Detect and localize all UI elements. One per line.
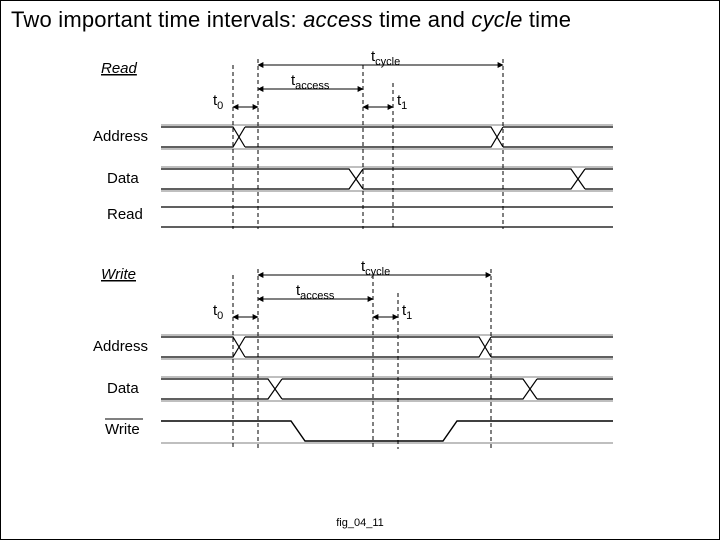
label-tcycle-write: tcycle — [361, 258, 390, 278]
waveform-data-read — [161, 167, 613, 191]
waveform-write-bar — [161, 421, 613, 443]
label-t1-read: t1 — [397, 92, 407, 112]
signal-label-read-strobe: Read — [107, 206, 143, 223]
label-taccess-read: taccess — [291, 72, 330, 92]
waveform-read-strobe — [161, 207, 613, 227]
signal-label-data-read: Data — [107, 170, 139, 187]
title-em-cycle: cycle — [471, 7, 522, 32]
label-t0-read: t0 — [213, 92, 223, 112]
svg-text:Write: Write — [105, 421, 140, 438]
title-suffix: time — [523, 7, 572, 32]
waveform-data-write — [161, 377, 613, 401]
signal-label-address-read: Address — [93, 128, 148, 145]
page-title: Two important time intervals: access tim… — [11, 7, 709, 33]
section-label-read: Read — [101, 60, 138, 77]
title-em-access: access — [303, 7, 373, 32]
signal-label-address-write: Address — [93, 338, 148, 355]
label-taccess-write: taccess — [296, 282, 335, 302]
label-tcycle-read: tcycle — [371, 49, 400, 68]
timing-diagram: Read tcycle taccess — [93, 49, 629, 503]
figure-caption: fig_04_11 — [1, 517, 719, 529]
waveform-address-read — [161, 125, 613, 149]
label-t0-write: t0 — [213, 302, 223, 322]
page-container: Two important time intervals: access tim… — [0, 0, 720, 540]
title-mid: time and — [373, 7, 472, 32]
waveform-address-write — [161, 335, 613, 359]
label-t1-write: t1 — [402, 302, 412, 322]
title-prefix: Two important time intervals: — [11, 7, 303, 32]
section-label-write: Write — [101, 266, 136, 283]
signal-label-write-bar: Write — [105, 419, 143, 438]
panel-read: Read tcycle taccess — [93, 49, 613, 229]
panel-write: Write tcycle taccess — [93, 258, 613, 449]
signal-label-data-write: Data — [107, 380, 139, 397]
